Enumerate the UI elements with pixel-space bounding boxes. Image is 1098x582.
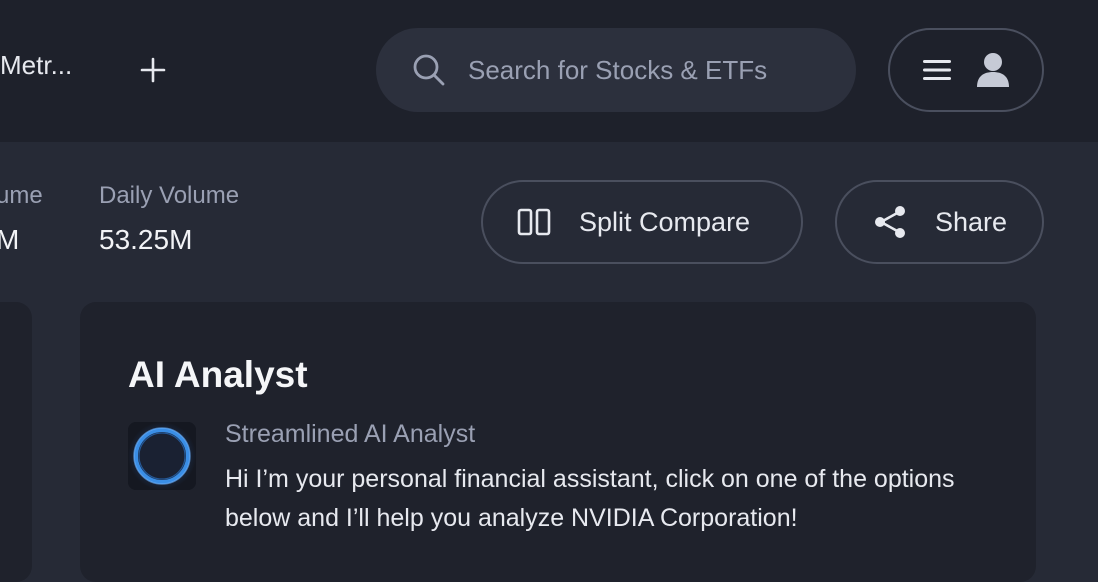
- stat-value: M: [0, 224, 20, 255]
- user-icon: [977, 53, 1009, 87]
- stat-value: 53.25M: [99, 224, 193, 255]
- search-bar[interactable]: [376, 28, 856, 112]
- assistant-message: Hi I’m your personal financial assistant…: [225, 465, 955, 532]
- split-compare-label: Split Compare: [579, 206, 751, 237]
- split-compare-button[interactable]: Split Compare: [481, 180, 803, 264]
- ai-analyst-title: AI Analyst: [128, 354, 308, 395]
- tab-metrics[interactable]: Metr...: [0, 50, 72, 81]
- ai-orb-icon: [128, 422, 196, 490]
- add-tab-button[interactable]: [138, 54, 168, 86]
- ai-analyst-card: AI Analyst Streamlined AI Analyst Hi I’m…: [80, 302, 1036, 582]
- plus-icon: [140, 57, 166, 83]
- stat-daily-volume: Daily Volume 53.25M: [99, 182, 239, 256]
- stat-volume: ume M: [0, 182, 43, 256]
- top-navigation-bar: Metr...: [0, 0, 1098, 142]
- stat-label: Daily Volume: [99, 182, 240, 209]
- split-columns-icon: [517, 208, 551, 236]
- assistant-name: Streamlined AI Analyst: [225, 420, 476, 448]
- search-input[interactable]: [466, 53, 826, 87]
- account-menu-button[interactable]: [888, 28, 1044, 112]
- stat-label: ume: [0, 182, 43, 209]
- left-panel-card: [0, 302, 32, 582]
- search-icon: [412, 53, 446, 87]
- hamburger-menu-icon: [923, 60, 951, 80]
- share-icon: [873, 205, 907, 239]
- share-button[interactable]: Share: [835, 180, 1044, 264]
- share-label: Share: [935, 206, 1008, 237]
